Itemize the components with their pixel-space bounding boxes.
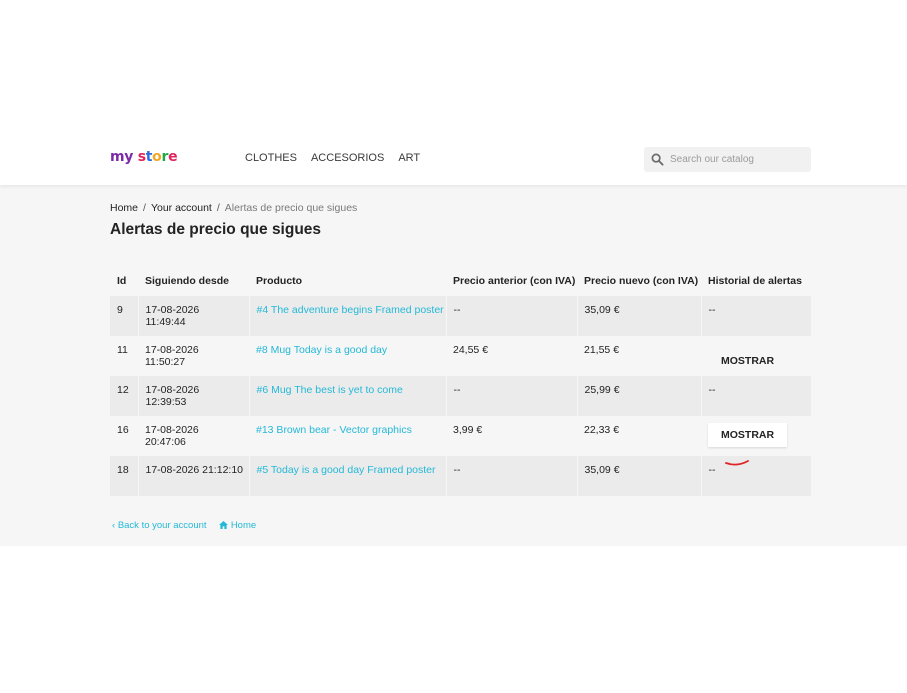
cell-since: 17-08-2026 12:39:53: [137, 376, 249, 416]
account-footer-links: ‹ Back to your account Home: [112, 520, 266, 531]
breadcrumb-separator: /: [216, 202, 220, 214]
cell-since: 17-08-2026 11:49:44: [137, 296, 249, 336]
cell-previous-price: 3,99 €: [453, 424, 483, 436]
cell-product: #5 Today is a good day Framed poster: [248, 456, 446, 496]
breadcrumb-current: Alertas de precio que sigues: [224, 202, 358, 214]
cell-id: 12: [110, 376, 138, 416]
cell-previous-price: --: [445, 296, 577, 336]
cell-id: 16: [117, 424, 129, 436]
cell-since: 17-08-2026 21:12:10: [137, 456, 249, 496]
cell-id: 18: [110, 456, 138, 496]
show-history-button[interactable]: MOSTRAR: [708, 349, 787, 373]
cell-new-price: 21,55 €: [584, 344, 620, 356]
main-content: Home / Your account / Alertas de precio que …: [0, 185, 907, 546]
cell-product: #8 Mug Today is a good day: [249, 336, 446, 376]
logo-part: r: [161, 149, 169, 165]
logo-part: o: [152, 149, 162, 165]
store-logo[interactable]: my store: [110, 149, 178, 165]
cell-date: 17-08-2026: [145, 344, 199, 356]
breadcrumb-separator: /: [143, 202, 146, 214]
cell-previous-price: --: [445, 456, 577, 496]
cell-id: 11: [117, 344, 128, 356]
column-header-new-price: Precio nuevo (con IVA): [584, 275, 699, 287]
menu-item-clothes[interactable]: CLOTHES: [245, 152, 297, 164]
red-underline-mark: [725, 460, 749, 466]
cell-time: 11:49:44: [145, 316, 186, 328]
cell-new-price: 25,99 €: [576, 376, 701, 416]
logo-part: e: [168, 149, 178, 165]
logo-part: my: [110, 149, 134, 165]
column-header-id: Id: [117, 275, 127, 287]
cell-date: 17-08-2026: [145, 384, 200, 396]
table-row: 11 17-08-2026 11:50:27 #8 Mug Today is a …: [110, 336, 811, 376]
cell-new-price: 35,09 €: [576, 456, 701, 496]
breadcrumb-home[interactable]: Home: [110, 202, 138, 214]
product-link[interactable]: #6 Mug The best is yet to come: [257, 384, 403, 396]
menu-item-art[interactable]: ART: [398, 152, 420, 164]
back-to-account-link[interactable]: ‹ Back to your account: [112, 520, 207, 531]
column-header-history: Historial de alertas: [708, 275, 802, 287]
cell-history: MOSTRAR: [701, 416, 811, 456]
cell-history: --: [700, 376, 811, 416]
column-header-since: Siguiendo desde: [145, 275, 230, 287]
cell-history: --: [700, 296, 811, 336]
cell-previous-price: 24,55 €: [453, 344, 489, 356]
product-link[interactable]: #8 Mug Today is a good day: [256, 344, 387, 356]
search-input[interactable]: [670, 151, 806, 168]
cell-previous-price: --: [445, 376, 577, 416]
cell-date: 17-08-2026: [145, 304, 200, 316]
column-header-product: Producto: [256, 275, 303, 287]
logo-part: s: [137, 149, 146, 165]
top-blank-area: [0, 0, 907, 142]
product-link[interactable]: #5 Today is a good day Framed poster: [257, 464, 436, 476]
cell-product: #6 Mug The best is yet to come: [248, 376, 446, 416]
cell-date: 17-08-2026: [145, 424, 199, 436]
price-alerts-table: Id Siguiendo desde Producto Precio anter…: [110, 255, 811, 496]
cell-product: #4 The adventure begins Framed poster: [248, 296, 446, 336]
page-title: Alertas de precio que sigues: [110, 221, 322, 238]
breadcrumb: Home / Your account / Alertas de precio que …: [110, 202, 357, 214]
table-header-row: Id Siguiendo desde Producto Precio anter…: [110, 255, 811, 296]
cell-time: 11:50:27: [145, 356, 186, 368]
site-header: my store CLOTHES ACCESORIOS ART: [0, 142, 907, 185]
main-menu: CLOTHES ACCESORIOS ART: [245, 152, 434, 164]
table-row: 18 17-08-2026 21:12:10 #5 Today is a goo…: [110, 456, 811, 496]
breadcrumb-account[interactable]: Your account: [151, 202, 212, 214]
cell-id: 9: [110, 296, 138, 336]
home-icon: [219, 521, 229, 529]
show-history-button[interactable]: MOSTRAR: [708, 423, 788, 447]
cell-since: 17-08-2026 20:47:06: [138, 416, 249, 456]
table-row: 9 17-08-2026 11:49:44 #4 The adventure be…: [110, 296, 811, 336]
cell-since: 17-08-2026 11:50:27: [138, 336, 249, 376]
product-link[interactable]: #13 Brown bear - Vector graphics: [256, 424, 412, 436]
product-link[interactable]: #4 The adventure begins Framed poster: [257, 304, 444, 316]
cell-history: --: [700, 456, 811, 496]
cell-time: 20:47:06: [145, 436, 186, 448]
cell-date: 17-08-2026 21:12:10: [145, 464, 244, 476]
column-header-previous-price: Precio anterior (con IVA): [453, 275, 576, 287]
cell-new-price: 35,09 €: [576, 296, 701, 336]
table-row: 12 17-08-2026 12:39:53 #6 Mug The best is…: [110, 376, 811, 416]
home-link-label: Home: [230, 520, 257, 531]
cell-product: #13 Brown bear - Vector graphics: [249, 416, 446, 456]
back-to-account-label: Back to your account: [117, 520, 207, 531]
menu-item-accesorios[interactable]: ACCESORIOS: [311, 152, 384, 164]
home-link[interactable]: Home: [219, 520, 256, 531]
cell-new-price: 22,33 €: [584, 424, 620, 436]
cell-history: MOSTRAR: [701, 336, 811, 376]
cell-time: 12:39:53: [145, 396, 187, 408]
bottom-blank-area: [0, 546, 907, 693]
table-row: 16 17-08-2026 20:47:06 #13 Brown bear - V…: [110, 416, 811, 456]
search-icon[interactable]: [651, 153, 664, 166]
search-box: [644, 147, 811, 172]
